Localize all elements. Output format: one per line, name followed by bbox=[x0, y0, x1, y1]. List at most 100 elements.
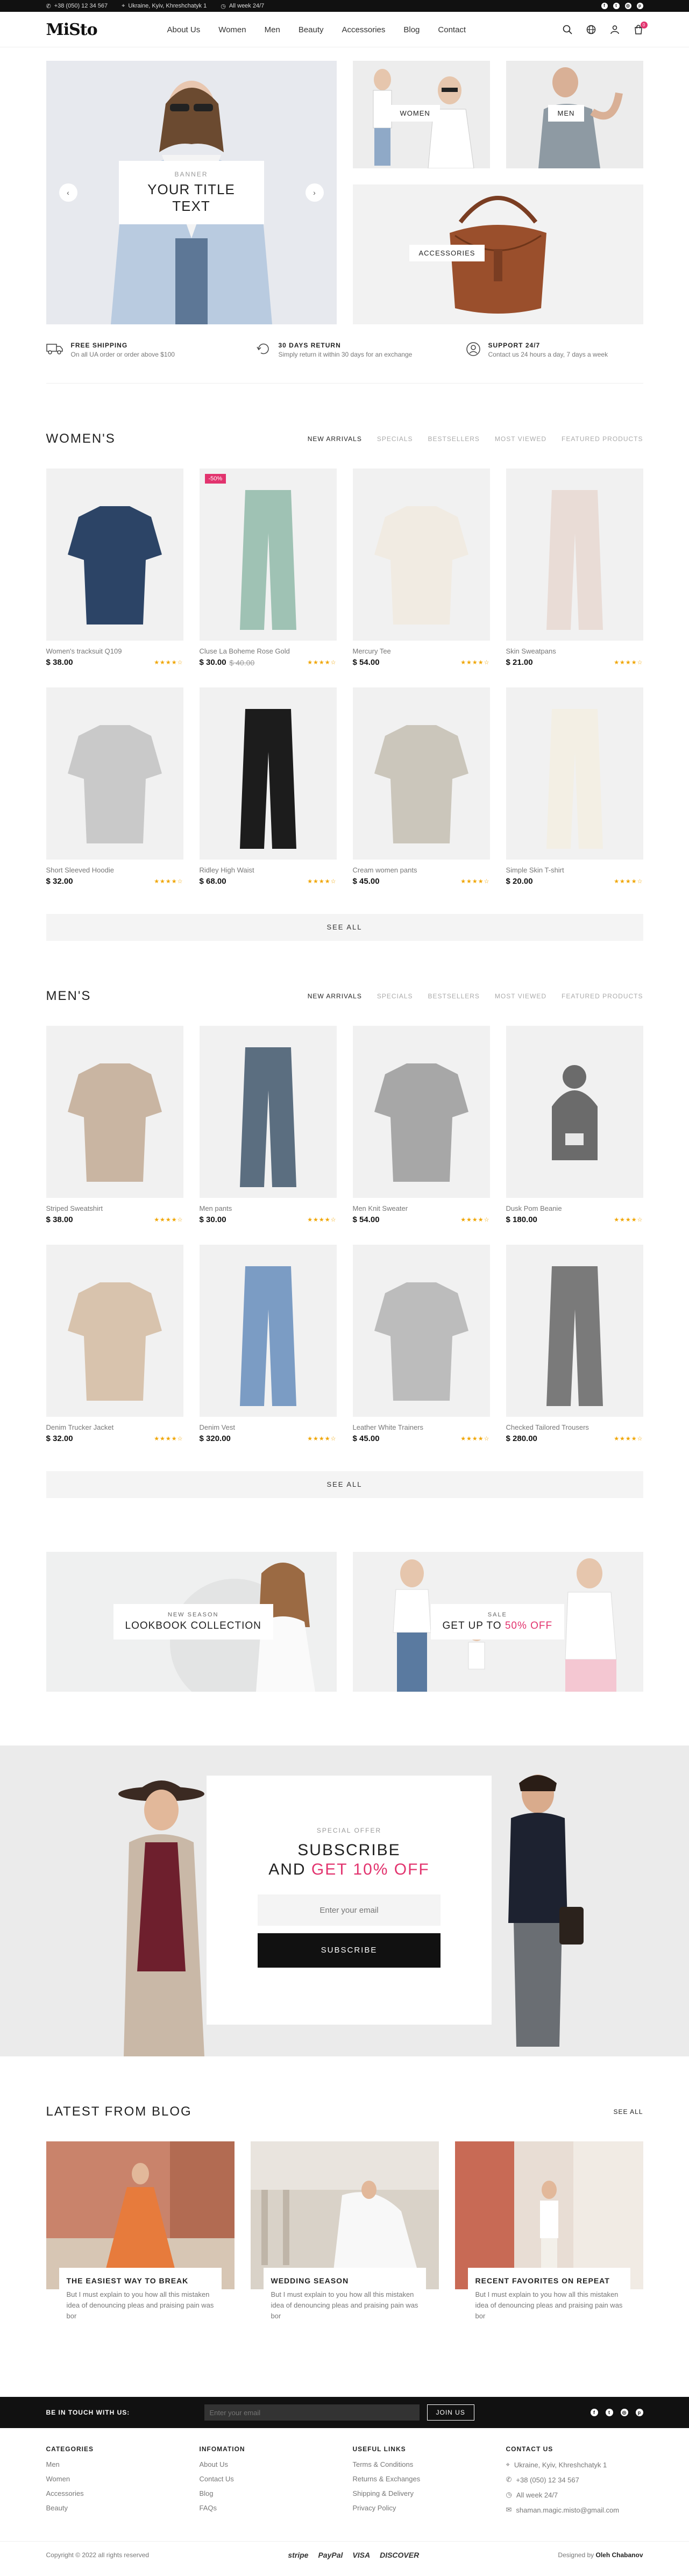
product-image[interactable] bbox=[46, 687, 183, 860]
user-icon[interactable] bbox=[610, 25, 620, 34]
product-card[interactable]: Women's tracksuit Q109 $ 38.00 ★★★★☆ bbox=[46, 469, 183, 672]
product-card[interactable]: Short Sleeved Hoodie $ 32.00 ★★★★☆ bbox=[46, 687, 183, 891]
product-image[interactable] bbox=[352, 687, 490, 860]
tab-specials[interactable]: SPECIALS bbox=[377, 992, 413, 1000]
product-name[interactable]: Denim Vest bbox=[200, 1423, 337, 1431]
hero-men-tile[interactable]: MEN bbox=[506, 61, 643, 168]
product-name[interactable]: Men pants bbox=[200, 1204, 337, 1212]
product-card[interactable]: Men Knit Sweater $ 54.00 ★★★★☆ bbox=[352, 1026, 490, 1230]
product-name[interactable]: Cluse La Boheme Rose Gold bbox=[200, 647, 337, 655]
nav-blog[interactable]: Blog bbox=[403, 25, 420, 34]
product-name[interactable]: Men Knit Sweater bbox=[353, 1204, 490, 1212]
sale-banner[interactable]: SALE GET UP TO 50% OFF bbox=[352, 1552, 643, 1692]
product-image[interactable] bbox=[199, 1026, 337, 1198]
product-name[interactable]: Striped Sweatshirt bbox=[46, 1204, 183, 1212]
product-card[interactable]: Dusk Pom Beanie $ 180.00 ★★★★☆ bbox=[506, 1026, 643, 1230]
product-card[interactable]: Denim Vest $ 320.00 ★★★★☆ bbox=[199, 1245, 337, 1449]
footer-link[interactable]: Blog bbox=[200, 2489, 353, 2497]
pinterest-icon[interactable]: p bbox=[636, 3, 643, 9]
tab-specials[interactable]: SPECIALS bbox=[377, 435, 413, 443]
globe-icon[interactable] bbox=[586, 25, 596, 34]
subscribe-button[interactable]: SUBSCRIBE bbox=[258, 1933, 441, 1968]
product-image[interactable] bbox=[352, 469, 490, 641]
tab-bestsellers[interactable]: BESTSELLERS bbox=[428, 992, 480, 1000]
hero-next-button[interactable]: › bbox=[305, 183, 324, 202]
product-card[interactable]: Men pants $ 30.00 ★★★★☆ bbox=[199, 1026, 337, 1230]
product-image[interactable] bbox=[506, 1026, 643, 1198]
nav-women[interactable]: Women bbox=[218, 25, 246, 34]
footer-link[interactable]: Shipping & Delivery bbox=[353, 2489, 506, 2497]
product-name[interactable]: Checked Tailored Trousers bbox=[506, 1423, 643, 1431]
cart-icon[interactable]: 0 bbox=[634, 22, 648, 34]
nav-about[interactable]: About Us bbox=[167, 25, 201, 34]
nav-contact[interactable]: Contact bbox=[438, 25, 466, 34]
hero-accessories-tile[interactable]: ACCESSORIES bbox=[352, 184, 643, 324]
footer-link[interactable]: Privacy Policy bbox=[353, 2504, 506, 2512]
product-name[interactable]: Women's tracksuit Q109 bbox=[46, 647, 183, 655]
blog-title[interactable]: RECENT FAVORITES ON REPEAT bbox=[475, 2276, 623, 2285]
footer-link[interactable]: Terms & Conditions bbox=[353, 2460, 506, 2468]
pinterest-icon[interactable]: p bbox=[635, 2409, 643, 2416]
lookbook-banner[interactable]: NEW SEASON LOOKBOOK COLLECTION bbox=[46, 1552, 337, 1692]
product-card[interactable]: Simple Skin T-shirt $ 20.00 ★★★★☆ bbox=[506, 687, 643, 891]
product-image[interactable] bbox=[506, 1245, 643, 1417]
facebook-icon[interactable]: f bbox=[601, 3, 608, 9]
logo[interactable]: MiSto bbox=[46, 20, 167, 39]
product-image[interactable] bbox=[46, 469, 183, 641]
hero-prev-button[interactable]: ‹ bbox=[59, 183, 77, 202]
product-image[interactable] bbox=[352, 1026, 490, 1198]
footer-link[interactable]: Accessories bbox=[46, 2489, 200, 2497]
product-name[interactable]: Ridley High Waist bbox=[200, 866, 337, 874]
tab-new-arrivals[interactable]: NEW ARRIVALS bbox=[308, 992, 362, 1000]
footer-link[interactable]: Contact Us bbox=[200, 2475, 353, 2483]
product-card[interactable]: -50% Cluse La Boheme Rose Gold $ 30.00 $… bbox=[199, 469, 337, 672]
product-name[interactable]: Cream women pants bbox=[353, 866, 490, 874]
product-image[interactable] bbox=[199, 687, 337, 860]
subscribe-email-input[interactable] bbox=[258, 1894, 441, 1926]
blog-title[interactable]: WEDDING SEASON bbox=[271, 2276, 418, 2285]
instagram-icon[interactable]: ◎ bbox=[624, 3, 631, 9]
tab-featured[interactable]: FEATURED PRODUCTS bbox=[562, 992, 643, 1000]
twitter-icon[interactable]: t bbox=[605, 2409, 613, 2416]
footer-link[interactable]: FAQs bbox=[200, 2504, 353, 2512]
product-name[interactable]: Denim Trucker Jacket bbox=[46, 1423, 183, 1431]
instagram-icon[interactable]: ◎ bbox=[620, 2409, 628, 2416]
tab-bestsellers[interactable]: BESTSELLERS bbox=[428, 435, 480, 443]
product-card[interactable]: Striped Sweatshirt $ 38.00 ★★★★☆ bbox=[46, 1026, 183, 1230]
footer-link[interactable]: Men bbox=[46, 2460, 200, 2468]
product-name[interactable]: Dusk Pom Beanie bbox=[506, 1204, 643, 1212]
twitter-icon[interactable]: t bbox=[613, 3, 620, 9]
product-name[interactable]: Skin Sweatpans bbox=[506, 647, 643, 655]
tab-featured[interactable]: FEATURED PRODUCTS bbox=[562, 435, 643, 443]
footer-link[interactable]: Beauty bbox=[46, 2504, 200, 2512]
product-image[interactable] bbox=[506, 687, 643, 860]
product-card[interactable]: Mercury Tee $ 54.00 ★★★★☆ bbox=[352, 469, 490, 672]
product-card[interactable]: Leather White Trainers $ 45.00 ★★★★☆ bbox=[352, 1245, 490, 1449]
product-name[interactable]: Simple Skin T-shirt bbox=[506, 866, 643, 874]
footer-email[interactable]: ✉ shaman.magic.misto@gmail.com bbox=[506, 2506, 659, 2514]
footer-phone[interactable]: ✆ +38 (050) 12 34 567 bbox=[506, 2475, 659, 2484]
search-icon[interactable] bbox=[563, 25, 572, 34]
product-card[interactable]: Ridley High Waist $ 68.00 ★★★★☆ bbox=[199, 687, 337, 891]
product-image[interactable] bbox=[46, 1245, 183, 1417]
tab-most-viewed[interactable]: MOST VIEWED bbox=[495, 435, 546, 443]
product-card[interactable]: Checked Tailored Trousers $ 280.00 ★★★★☆ bbox=[506, 1245, 643, 1449]
product-image[interactable] bbox=[352, 1245, 490, 1417]
product-name[interactable]: Mercury Tee bbox=[353, 647, 490, 655]
product-name[interactable]: Short Sleeved Hoodie bbox=[46, 866, 183, 874]
nav-accessories[interactable]: Accessories bbox=[342, 25, 386, 34]
product-image[interactable] bbox=[506, 469, 643, 641]
product-card[interactable]: Skin Sweatpans $ 21.00 ★★★★☆ bbox=[506, 469, 643, 672]
nav-men[interactable]: Men bbox=[265, 25, 280, 34]
see-all-button[interactable]: SEE ALL bbox=[46, 914, 643, 941]
product-image[interactable] bbox=[46, 1026, 183, 1198]
product-name[interactable]: Leather White Trainers bbox=[353, 1423, 490, 1431]
topbar-phone[interactable]: ✆ +38 (050) 12 34 567 bbox=[46, 3, 108, 10]
product-image[interactable] bbox=[199, 469, 337, 641]
designer-name[interactable]: Oleh Chabanov bbox=[595, 2551, 643, 2559]
join-us-button[interactable]: JOIN US bbox=[427, 2404, 474, 2421]
hero-women-tile[interactable]: WOMEN bbox=[352, 61, 490, 168]
facebook-icon[interactable]: f bbox=[590, 2409, 598, 2416]
hero-slider[interactable]: ‹ › BANNER YOUR TITLE TEXT bbox=[46, 61, 337, 324]
blog-card[interactable]: THE EASIEST WAY TO BREAK But I must expl… bbox=[46, 2141, 235, 2335]
